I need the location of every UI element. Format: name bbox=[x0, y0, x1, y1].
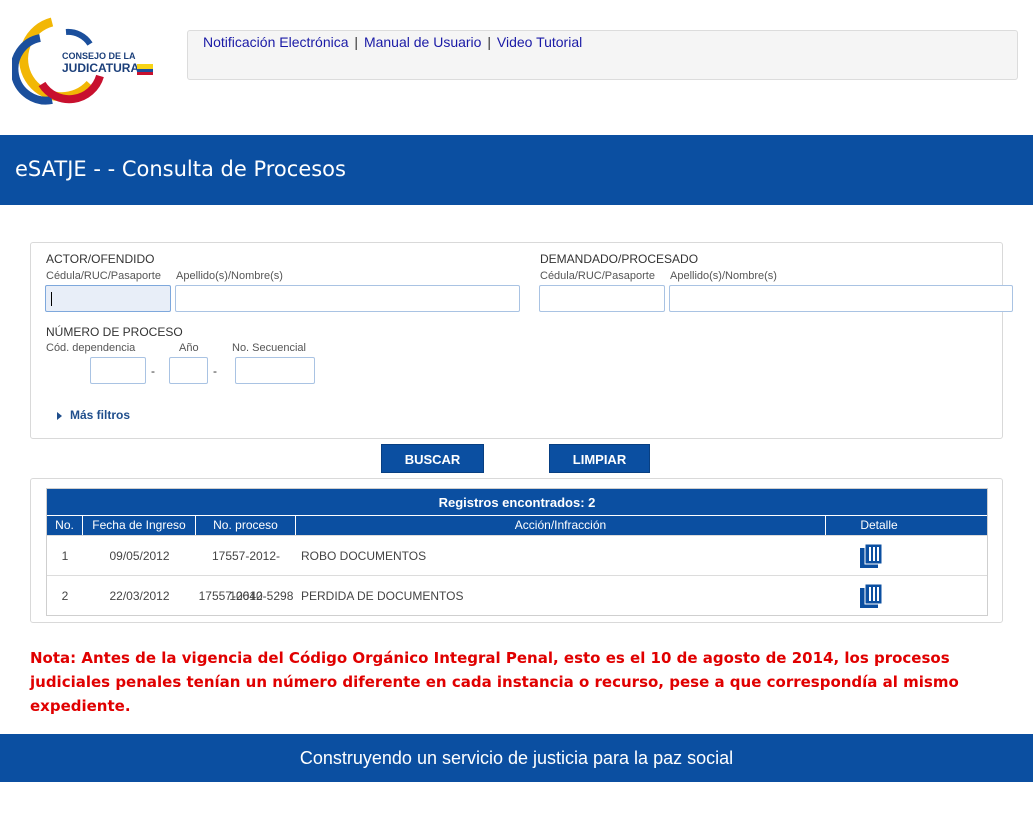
table-row: 2 22/03/2012 17557-2012-5298 PERDIDA DE … bbox=[47, 575, 987, 615]
link-notificacion-electronica[interactable]: Notificación Electrónica bbox=[203, 34, 349, 50]
anio-label: Año bbox=[179, 342, 199, 354]
column-header-fecha: Fecha de Ingreso bbox=[83, 516, 196, 535]
text-caret bbox=[51, 292, 52, 306]
more-filters-label: Más filtros bbox=[70, 408, 131, 422]
page-title: eSATJE - - Consulta de Procesos bbox=[15, 157, 346, 181]
column-header-no: No. bbox=[47, 516, 83, 535]
dash-separator: - bbox=[151, 364, 155, 378]
limpiar-button[interactable]: LIMPIAR bbox=[549, 444, 650, 473]
dash-separator: - bbox=[213, 364, 217, 378]
cell-detalle bbox=[826, 536, 932, 575]
link-separator: | bbox=[354, 34, 359, 50]
column-header-proceso: No. proceso bbox=[196, 516, 296, 535]
secuencial-label: No. Secuencial bbox=[232, 342, 306, 354]
top-links-bar: Notificación Electrónica | Manual de Usu… bbox=[187, 30, 1018, 80]
results-panel: Registros encontrados: 2 No. Fecha de In… bbox=[30, 478, 1003, 623]
cell-proceso: 17557-2012-5298 bbox=[198, 589, 294, 603]
svg-text:JUDICATURA: JUDICATURA bbox=[62, 61, 139, 75]
svg-text:CONSEJO DE LA: CONSEJO DE LA bbox=[62, 51, 136, 61]
page-header-bar: eSATJE - - Consulta de Procesos bbox=[0, 135, 1033, 205]
link-manual-usuario[interactable]: Manual de Usuario bbox=[364, 34, 482, 50]
anio-input[interactable] bbox=[169, 357, 208, 384]
cell-detalle bbox=[826, 576, 932, 615]
cell-no: 1 bbox=[61, 549, 69, 563]
actor-name-label: Apellido(s)/Nombre(s) bbox=[176, 270, 283, 282]
cell-no: 2 bbox=[61, 589, 69, 603]
consejo-judicatura-logo: CONSEJO DE LA JUDICATURA bbox=[10, 14, 160, 108]
demandado-name-label: Apellido(s)/Nombre(s) bbox=[670, 270, 777, 282]
footer-slogan: Construyendo un servicio de justicia par… bbox=[0, 734, 1033, 782]
legal-note: Nota: Antes de la vigencia del Código Or… bbox=[30, 649, 959, 715]
table-row: 1 09/05/2012 17557-2012-10640 ROBO DOCUM… bbox=[47, 535, 987, 603]
column-header-accion: Acción/Infracción bbox=[296, 516, 826, 535]
more-filters-toggle[interactable]: Más filtros bbox=[57, 408, 130, 422]
cell-accion: PERDIDA DE DOCUMENTOS bbox=[301, 589, 464, 603]
dependencia-label: Cód. dependencia bbox=[46, 342, 136, 354]
table-header-row: No. Fecha de Ingreso No. proceso Acción/… bbox=[47, 516, 987, 535]
demandado-id-label: Cédula/RUC/Pasaporte bbox=[540, 270, 655, 282]
buscar-button[interactable]: BUSCAR bbox=[381, 444, 484, 473]
actor-id-label: Cédula/RUC/Pasaporte bbox=[46, 270, 161, 282]
demandado-name-input[interactable] bbox=[669, 285, 1013, 312]
secuencial-input[interactable] bbox=[235, 357, 315, 384]
search-panel: ACTOR/OFENDIDO Cédula/RUC/Pasaporte Apel… bbox=[30, 242, 1013, 439]
results-table: Registros encontrados: 2 No. Fecha de In… bbox=[46, 488, 988, 616]
cell-fecha: 09/05/2012 bbox=[109, 549, 170, 563]
page: CONSEJO DE LA JUDICATURA Notificación El… bbox=[0, 0, 1033, 835]
results-count-title: Registros encontrados: 2 bbox=[47, 489, 987, 516]
cell-accion: ROBO DOCUMENTOS bbox=[301, 549, 427, 563]
document-detail-icon[interactable] bbox=[860, 544, 882, 568]
demandado-id-input[interactable] bbox=[539, 285, 665, 312]
demandado-section-title: DEMANDADO/PROCESADO bbox=[540, 252, 699, 266]
dependencia-input[interactable] bbox=[90, 357, 146, 384]
document-detail-icon[interactable] bbox=[860, 584, 882, 608]
link-video-tutorial[interactable]: Video Tutorial bbox=[497, 34, 582, 50]
link-separator: | bbox=[487, 34, 491, 50]
caret-right-icon bbox=[57, 411, 62, 420]
cell-proceso: 17557-2012-10640 bbox=[211, 549, 281, 603]
numero-proceso-title: NÚMERO DE PROCESO bbox=[46, 325, 183, 339]
actor-name-input[interactable] bbox=[175, 285, 520, 312]
actor-section-title: ACTOR/OFENDIDO bbox=[46, 252, 155, 266]
cell-fecha: 22/03/2012 bbox=[109, 589, 170, 603]
actor-id-input[interactable] bbox=[45, 285, 171, 312]
column-header-detalle: Detalle bbox=[860, 518, 898, 532]
